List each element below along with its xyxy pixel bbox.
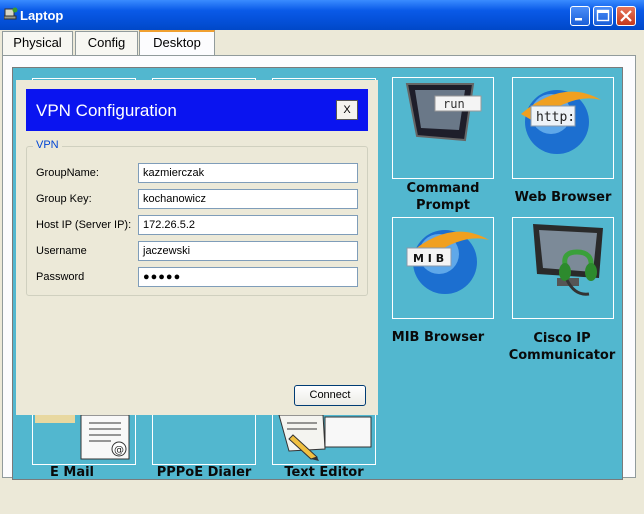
ip-communicator-tile[interactable] — [512, 217, 614, 319]
window-title-bar: Laptop — [0, 0, 644, 30]
mib-browser-tile[interactable]: M I B — [392, 217, 494, 319]
tab-config[interactable]: Config — [75, 31, 138, 55]
maximize-button[interactable] — [593, 6, 613, 26]
svg-text:@: @ — [114, 445, 124, 456]
host-ip-label: Host IP (Server IP): — [36, 219, 132, 231]
minimize-button[interactable] — [570, 6, 590, 26]
vpn-group-legend: VPN — [33, 139, 62, 151]
window-title: Laptop — [20, 8, 64, 23]
vpn-dialog-close-button[interactable]: X — [336, 100, 358, 120]
username-label: Username — [36, 245, 87, 257]
group-key-field[interactable]: kochanowicz — [138, 189, 358, 209]
username-field[interactable]: jaczewski — [138, 241, 358, 261]
text-editor-tile[interactable] — [272, 414, 376, 465]
pppoe-dialer-label[interactable]: PPPoE Dialer — [152, 464, 256, 481]
vpn-dialog-header: VPN Configuration X — [26, 89, 368, 131]
tab-physical[interactable]: Physical — [2, 31, 73, 55]
close-window-button[interactable] — [616, 6, 636, 26]
command-prompt-label[interactable]: Command Prompt — [392, 180, 494, 214]
group-name-label: GroupName: — [36, 167, 99, 179]
mib-browser-label[interactable]: MIB Browser — [382, 329, 494, 346]
mib-browser-icon: M I B — [406, 230, 489, 294]
vpn-group-box: VPN GroupName: kazmierczak Group Key: ko… — [26, 139, 368, 296]
vpn-dialog-title: VPN Configuration — [36, 101, 177, 120]
web-browser-icon: http: — [521, 90, 601, 154]
web-browser-tile[interactable]: http: — [512, 77, 614, 179]
email-tile[interactable]: @ — [32, 414, 136, 465]
http-label: http: — [536, 110, 575, 125]
close-icon — [620, 10, 632, 22]
group-name-field[interactable]: kazmierczak — [138, 163, 358, 183]
ip-communicator-label[interactable]: Cisco IP Communicator — [500, 330, 624, 364]
run-label: run — [443, 97, 465, 111]
ip-communicator-icon — [533, 224, 603, 296]
mib-label: M I B — [413, 252, 444, 265]
email-label[interactable]: E Mail — [32, 464, 112, 481]
command-prompt-tile[interactable]: run — [392, 77, 494, 179]
group-key-label: Group Key: — [36, 193, 92, 205]
host-ip-field[interactable]: 172.26.5.2 — [138, 215, 358, 235]
pppoe-dialer-tile[interactable] — [152, 415, 256, 465]
tab-desktop[interactable]: Desktop — [139, 30, 215, 57]
web-browser-label[interactable]: Web Browser — [512, 189, 614, 206]
password-field[interactable]: ●●●●● — [138, 267, 358, 287]
text-editor-icon — [278, 414, 372, 461]
text-editor-label[interactable]: Text Editor — [272, 464, 376, 481]
maximize-icon — [596, 9, 610, 22]
connect-button[interactable]: Connect — [294, 385, 366, 406]
command-prompt-icon: run — [405, 83, 482, 142]
minimize-icon — [575, 18, 582, 21]
vpn-dialog: VPN Configuration X VPN GroupName: kazmi… — [16, 80, 378, 415]
email-icon: @ — [35, 414, 130, 460]
password-label: Password — [36, 271, 85, 283]
laptop-app-icon — [4, 7, 18, 20]
